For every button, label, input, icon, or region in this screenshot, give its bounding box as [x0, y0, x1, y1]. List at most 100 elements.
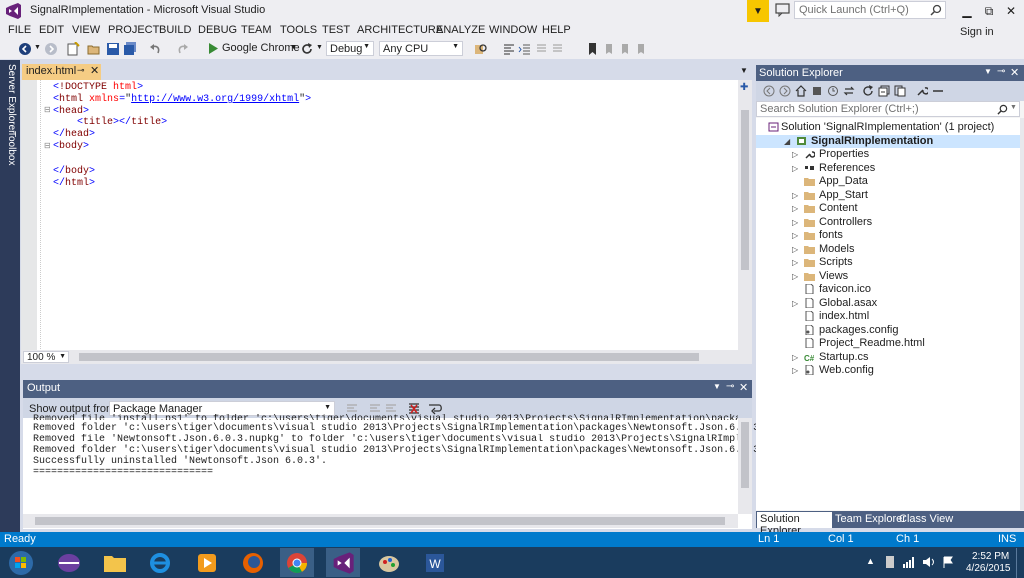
show-desktop-button[interactable]	[1016, 548, 1024, 578]
tree-item[interactable]: Solution 'SignalRImplementation' (1 proj…	[756, 121, 1020, 134]
close-icon[interactable]: ✕	[1010, 66, 1019, 79]
tree-item[interactable]: ▷ Models	[756, 243, 1020, 256]
forward-icon[interactable]	[779, 85, 791, 97]
browser-selector-label[interactable]: Google Chrome	[222, 42, 300, 54]
refresh-dropdown-icon[interactable]: ▼	[316, 44, 323, 51]
taskbar-app-chrome[interactable]	[280, 548, 314, 577]
comment-icon[interactable]	[534, 42, 548, 56]
find-in-files-icon[interactable]	[474, 42, 488, 56]
action-center-flag-icon[interactable]	[942, 556, 954, 568]
close-button[interactable]: ✕	[1000, 2, 1022, 20]
back-dropdown-icon[interactable]: ▼	[34, 44, 41, 51]
show-hidden-icons-icon[interactable]: ▲	[866, 556, 875, 566]
tree-item[interactable]: ▷ Web.config	[756, 364, 1020, 377]
output-horizontal-scrollbar[interactable]	[23, 514, 738, 528]
search-icon[interactable]	[930, 4, 942, 16]
save-all-icon[interactable]	[123, 42, 137, 56]
show-all-files-icon[interactable]	[894, 85, 906, 97]
pin-icon[interactable]: ⊸	[726, 381, 734, 392]
tree-item[interactable]: ▷ Content	[756, 202, 1020, 215]
expand-arrow-icon[interactable]: ▷	[792, 191, 798, 200]
history-icon[interactable]	[827, 85, 839, 97]
refresh-icon[interactable]	[862, 85, 874, 97]
menu-debug[interactable]: DEBUG	[198, 24, 237, 36]
undo-icon[interactable]	[148, 42, 162, 56]
refresh-icon[interactable]	[300, 42, 314, 56]
menu-architecture[interactable]: ARCHITECTURE	[357, 24, 443, 36]
back-icon[interactable]	[18, 42, 32, 56]
tree-item[interactable]: ▷ Scripts	[756, 256, 1020, 269]
taskbar-app-media[interactable]	[52, 548, 86, 577]
sign-in-link[interactable]: Sign in	[960, 26, 994, 38]
expand-arrow-icon[interactable]: ▷	[792, 218, 798, 227]
device-icon[interactable]	[884, 555, 896, 569]
back-icon[interactable]	[763, 85, 775, 97]
tree-item[interactable]: ▷ References	[756, 162, 1020, 175]
preview-icon[interactable]	[932, 85, 944, 97]
tree-item[interactable]: ◢ SignalRImplementation	[756, 134, 1020, 148]
expand-arrow-icon[interactable]: ▷	[792, 164, 798, 173]
expand-arrow-icon[interactable]: ◢	[784, 137, 790, 146]
tree-item[interactable]: ▷ fonts	[756, 229, 1020, 242]
menu-tools[interactable]: TOOLS	[280, 24, 317, 36]
tree-item[interactable]: App_Data	[756, 175, 1020, 188]
expand-arrow-icon[interactable]: ▷	[792, 231, 798, 240]
toolbox-tab[interactable]: Toolbox	[3, 131, 17, 165]
expand-arrow-icon[interactable]: ▷	[792, 150, 798, 159]
tree-item[interactable]: Project_Readme.html	[756, 337, 1020, 350]
bookmark-icon[interactable]	[586, 42, 600, 56]
taskbar-app-media-center[interactable]	[190, 548, 224, 577]
taskbar-app-word[interactable]: W	[418, 548, 452, 577]
menu-analyze[interactable]: ANALYZE	[436, 24, 485, 36]
feedback-icon[interactable]	[775, 3, 791, 17]
expand-arrow-icon[interactable]: ▷	[792, 204, 798, 213]
server-explorer-tab[interactable]: Server Explorer	[3, 64, 17, 133]
menu-build[interactable]: BUILD	[159, 24, 191, 36]
previous-bookmark-icon[interactable]	[602, 42, 616, 56]
tree-item[interactable]: ▷ Properties	[756, 148, 1020, 161]
tree-item[interactable]: ▷ Global.asax	[756, 297, 1020, 310]
menu-file[interactable]: FILE	[8, 24, 31, 36]
taskbar-app-explorer[interactable]	[98, 548, 132, 577]
taskbar-app-ie[interactable]	[143, 548, 177, 577]
pending-changes-icon[interactable]	[811, 85, 823, 97]
uncomment-icon[interactable]	[550, 42, 564, 56]
solution-explorer-search-input[interactable]: Search Solution Explorer (Ctrl+;) ▼	[756, 101, 1020, 117]
scroll-thumb[interactable]	[35, 517, 725, 525]
tree-item[interactable]: index.html	[756, 310, 1020, 323]
expand-arrow-icon[interactable]: ▷	[792, 272, 798, 281]
tree-item[interactable]: ▷ C# Startup.cs	[756, 351, 1020, 364]
volume-icon[interactable]	[922, 556, 936, 568]
close-icon[interactable]: ✕	[739, 381, 748, 394]
indent-icon[interactable]	[518, 42, 532, 56]
zoom-combo[interactable]: 100 % ▼	[23, 351, 69, 363]
minimize-button[interactable]: ▁	[956, 2, 978, 20]
pin-icon[interactable]: ⊸	[77, 65, 85, 76]
save-icon[interactable]	[106, 42, 120, 56]
properties-wrench-icon[interactable]	[916, 85, 928, 97]
menu-team[interactable]: TEAM	[241, 24, 272, 36]
search-icon[interactable]	[997, 104, 1008, 115]
tab-team-explorer[interactable]: Team Explorer	[835, 512, 906, 528]
output-vertical-scrollbar[interactable]	[738, 418, 752, 514]
start-debugging-icon[interactable]	[208, 43, 218, 54]
format-icon[interactable]	[502, 42, 516, 56]
menu-window[interactable]: WINDOW	[489, 24, 537, 36]
notifications-flag-icon[interactable]: ▼	[747, 0, 769, 22]
expand-arrow-icon[interactable]: ▷	[792, 366, 798, 375]
tree-item[interactable]: ▷ App_Start	[756, 189, 1020, 202]
clock-time[interactable]: 2:52 PM	[972, 551, 1009, 562]
tree-item[interactable]: ▷ Controllers	[756, 216, 1020, 229]
expand-arrow-icon[interactable]: ▷	[792, 299, 798, 308]
horizontal-scroll-thumb[interactable]	[79, 353, 699, 361]
network-signal-icon[interactable]	[902, 556, 916, 568]
forward-icon[interactable]	[44, 42, 58, 56]
expand-arrow-icon[interactable]: ▷	[792, 353, 798, 362]
chevron-down-icon[interactable]: ▼	[1010, 104, 1017, 111]
window-position-icon[interactable]: ▼	[984, 67, 992, 76]
menu-view[interactable]: VIEW	[72, 24, 100, 36]
tab-class-view[interactable]: Class View	[899, 512, 953, 528]
menu-test[interactable]: TEST	[322, 24, 350, 36]
tree-item[interactable]: packages.config	[756, 324, 1020, 337]
configuration-combo[interactable]: Debug ▼	[326, 41, 374, 56]
